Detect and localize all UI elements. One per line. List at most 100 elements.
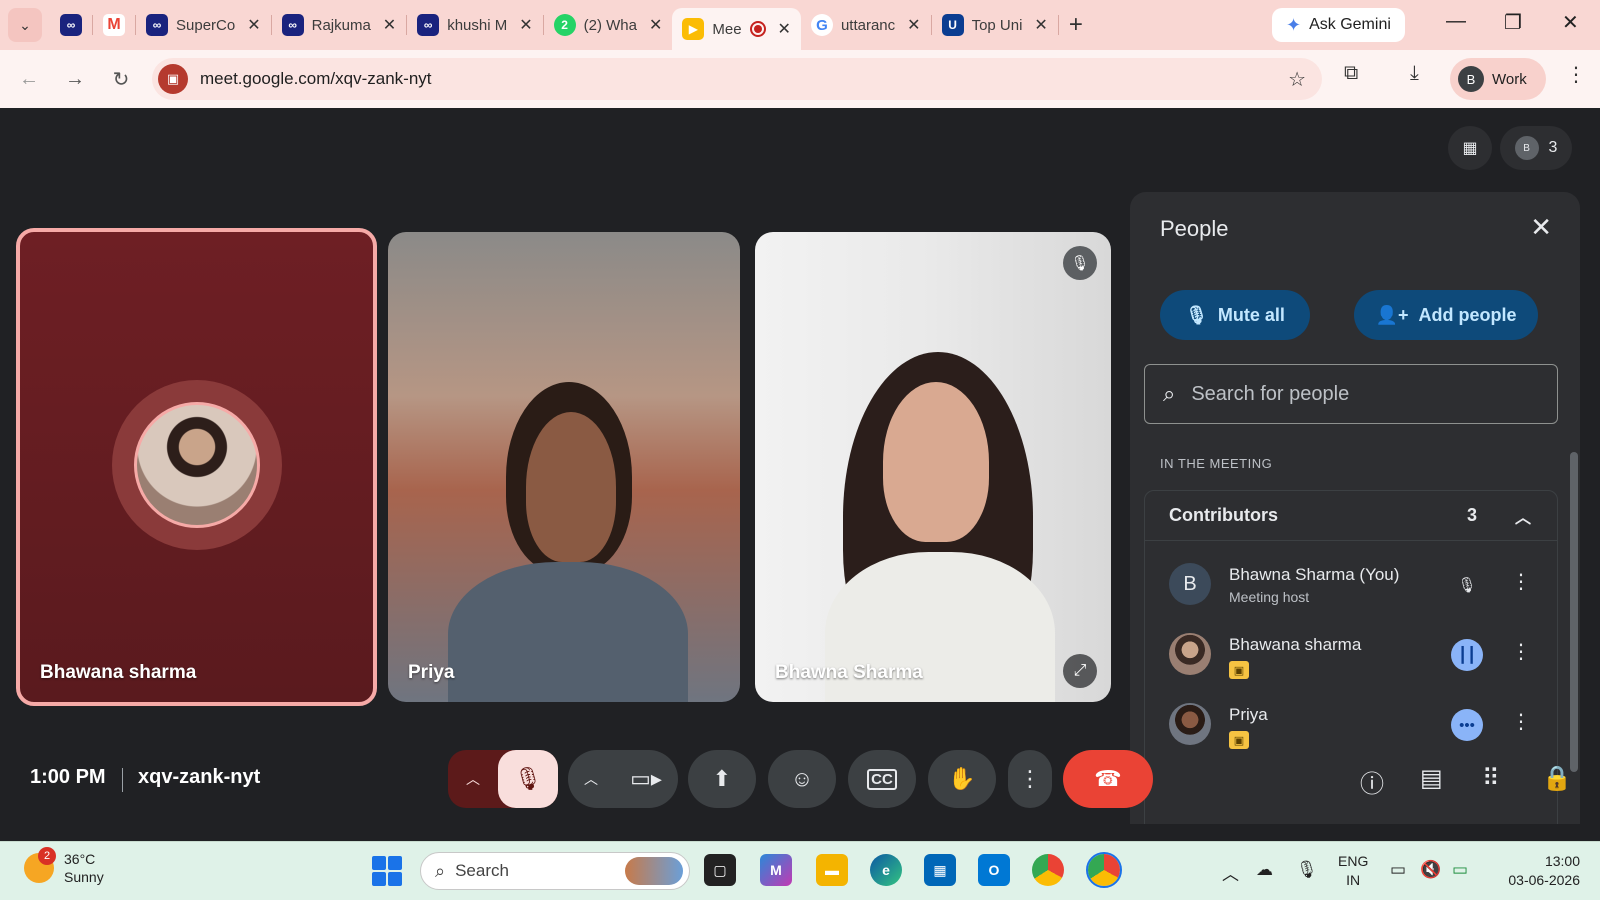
- person-role: Meeting host: [1229, 589, 1310, 605]
- browser-menu-icon[interactable]: ⋮: [1566, 62, 1586, 87]
- close-panel-icon[interactable]: ✕: [1530, 212, 1552, 243]
- more-options-button[interactable]: ⋮: [1008, 750, 1052, 808]
- tile-name: Priya: [408, 662, 455, 683]
- whatsapp-icon: 2: [553, 14, 576, 36]
- audio-options-chevron-icon[interactable]: ︿: [448, 750, 498, 808]
- microphone-icon[interactable]: 🎙: [1296, 860, 1318, 880]
- close-icon[interactable]: ✕: [778, 19, 791, 39]
- host-controls-icon[interactable]: 🔒: [1542, 764, 1572, 793]
- chrome-work-icon[interactable]: [1086, 852, 1122, 888]
- weather-widget[interactable]: 2 36°C Sunny: [24, 847, 104, 886]
- video-feed-shape: [448, 562, 688, 702]
- close-icon[interactable]: ✕: [519, 15, 532, 35]
- file-explorer-icon[interactable]: ▬: [816, 854, 848, 886]
- video-tile-priya[interactable]: Priya: [388, 232, 740, 702]
- restore-icon[interactable]: ❐: [1504, 10, 1522, 35]
- tab-8[interactable]: G uttaranc ✕: [801, 7, 931, 43]
- ask-gemini-button[interactable]: ✦ Ask Gemini: [1272, 8, 1405, 42]
- mic-off-icon[interactable]: 🎙: [1451, 569, 1483, 601]
- tab-7-active[interactable]: ▶ Mee ✕: [672, 8, 801, 50]
- contributors-header[interactable]: Contributors 3 ︿: [1145, 491, 1557, 541]
- address-bar[interactable]: ▣ meet.google.com/xqv-zank-nyt ☆: [152, 58, 1322, 100]
- system-clock[interactable]: 13:00 03-06-2026: [1498, 852, 1580, 890]
- store-icon[interactable]: ▦: [924, 854, 956, 886]
- volume-muted-icon[interactable]: 🔇: [1420, 860, 1441, 880]
- list-item[interactable]: B Bhawna Sharma (You) Meeting host 🎙 ⋮: [1145, 553, 1559, 619]
- participants-count-button[interactable]: B 3: [1500, 126, 1572, 170]
- avatar: [1169, 633, 1211, 675]
- emoji-icon: ☺: [790, 766, 814, 791]
- close-icon[interactable]: ✕: [907, 15, 920, 35]
- more-options-icon[interactable]: ⋮: [1511, 639, 1531, 664]
- video-tile-bhawna[interactable]: 🎙 ⤢ Bhawna Sharma: [755, 232, 1111, 702]
- tab-title: SuperCo: [176, 16, 236, 34]
- battery-icon[interactable]: ▭: [1452, 860, 1468, 880]
- task-view-icon[interactable]: ▢: [704, 854, 736, 886]
- reload-icon[interactable]: ↻: [98, 67, 144, 92]
- tab-search-dropdown[interactable]: ⌄: [8, 8, 42, 42]
- chevron-up-icon[interactable]: ︿: [1515, 504, 1531, 528]
- tab-2[interactable]: M: [93, 7, 135, 43]
- browser-tab-bar: ⌄ ∞ M ∞ SuperCo ✕ ∞ Rajkuma ✕ ∞ khushi M…: [0, 0, 1600, 50]
- close-icon[interactable]: ✕: [383, 15, 396, 35]
- language-indicator[interactable]: ENG IN: [1338, 852, 1368, 890]
- chrome-icon[interactable]: [1032, 854, 1064, 886]
- forward-arrow-icon[interactable]: →: [52, 68, 98, 91]
- panel-scrollbar[interactable]: [1570, 452, 1578, 772]
- minimize-icon[interactable]: —: [1446, 10, 1466, 33]
- window-close-icon[interactable]: ✕: [1562, 10, 1579, 35]
- back-arrow-icon[interactable]: ←: [6, 68, 52, 91]
- video-tile-bhawana[interactable]: Bhawana sharma: [16, 228, 377, 706]
- raise-hand-button[interactable]: ✋: [928, 750, 996, 808]
- leave-call-button[interactable]: ☎: [1063, 750, 1153, 808]
- tab-9[interactable]: U Top Uni ✕: [932, 7, 1058, 43]
- camera-icon[interactable]: ▭▸: [630, 766, 662, 792]
- tab-4[interactable]: ∞ Rajkuma ✕: [272, 7, 407, 43]
- meeting-info-icon[interactable]: ⓘ: [1360, 764, 1384, 799]
- profile-button[interactable]: B Work: [1450, 58, 1546, 100]
- reactions-button[interactable]: ☺: [768, 750, 836, 808]
- onedrive-icon[interactable]: ☁: [1256, 860, 1273, 880]
- taskbar-search[interactable]: ⌕ Search: [420, 852, 690, 890]
- add-people-button[interactable]: 👤+ Add people: [1354, 290, 1538, 340]
- expand-tile-icon[interactable]: ⤢: [1063, 654, 1097, 688]
- bookmark-star-icon[interactable]: ☆: [1288, 67, 1306, 92]
- ask-gemini-label: Ask Gemini: [1309, 16, 1391, 33]
- mute-all-button[interactable]: 🎙 Mute all: [1160, 290, 1310, 340]
- list-item[interactable]: Bhawana sharma ▣ ┃┃ ⋮: [1145, 623, 1559, 689]
- tab-5[interactable]: ∞ khushi M ✕: [407, 7, 542, 43]
- edge-icon[interactable]: e: [870, 854, 902, 886]
- site-info-icon[interactable]: ▣: [158, 64, 188, 94]
- people-search[interactable]: ⌕: [1144, 364, 1558, 424]
- new-tab-button[interactable]: +: [1069, 11, 1083, 39]
- tab-1[interactable]: ∞: [50, 7, 92, 43]
- mic-toggle-button[interactable]: 🎙: [498, 750, 558, 808]
- participants-avatars-icon: B: [1514, 136, 1539, 160]
- notification-badge: 2: [38, 847, 56, 865]
- activities-grid-icon[interactable]: ⠿: [1482, 764, 1500, 793]
- more-options-icon[interactable]: ⋮: [1511, 569, 1531, 594]
- meeting-code: xqv-zank-nyt: [138, 766, 261, 788]
- start-button[interactable]: [372, 856, 402, 886]
- extensions-icon[interactable]: ⧉: [1344, 62, 1358, 85]
- tab-3[interactable]: ∞ SuperCo ✕: [136, 7, 271, 43]
- search-highlight-image: [625, 857, 683, 885]
- no-video-layout-icon[interactable]: ▦: [1448, 126, 1492, 170]
- download-icon[interactable]: ⤓: [1410, 62, 1419, 85]
- avatar-halo: [112, 380, 282, 550]
- close-icon[interactable]: ✕: [247, 15, 260, 35]
- present-screen-button[interactable]: ⬆: [688, 750, 756, 808]
- windows-logo-icon: [372, 872, 386, 886]
- network-icon[interactable]: ▭: [1390, 860, 1406, 880]
- m365-icon[interactable]: M: [760, 854, 792, 886]
- close-icon[interactable]: ✕: [649, 15, 662, 35]
- outlook-icon[interactable]: O: [978, 854, 1010, 886]
- close-icon[interactable]: ✕: [1034, 15, 1047, 35]
- chat-icon[interactable]: ▤: [1420, 764, 1443, 793]
- chevron-up-icon[interactable]: ︿: [1222, 860, 1239, 885]
- tab-6[interactable]: 2 (2) Wha ✕: [544, 7, 673, 43]
- captions-button[interactable]: CC: [848, 750, 916, 808]
- more-options-icon[interactable]: ⋮: [1511, 709, 1531, 734]
- video-options-chevron-icon[interactable]: ︿: [584, 769, 598, 789]
- search-input[interactable]: [1191, 382, 1512, 406]
